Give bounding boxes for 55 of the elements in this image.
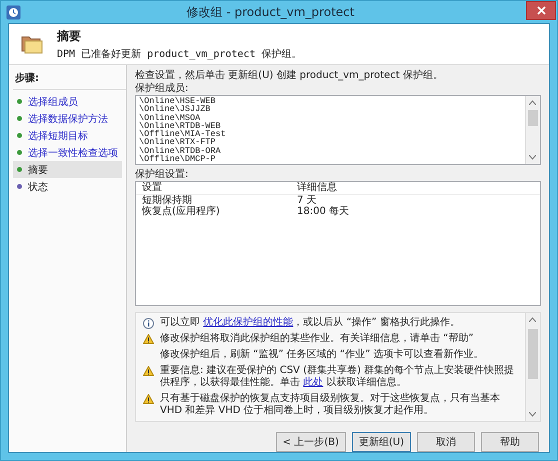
member-item: \Online\RTX-FTP xyxy=(139,138,216,147)
clock-icon xyxy=(6,4,21,20)
member-item: \Online\MSOA xyxy=(139,114,200,122)
scroll-thumb[interactable] xyxy=(528,329,538,379)
window-title: 修改组 - product_vm_protect xyxy=(186,4,356,20)
member-item: \Offline\MIA-Test xyxy=(139,130,227,138)
step-item[interactable]: 状态 xyxy=(13,178,122,195)
page-subtitle: DPM 已准备好更新 product_vm_protect 保护组。 xyxy=(57,48,302,60)
scroll-thumb[interactable] xyxy=(528,110,538,126)
steps-title: 步骤: xyxy=(13,69,126,90)
message-text: 可以立即 优化此保护组的性能，或以后从 “操作” 窗格执行此操作。 xyxy=(160,317,460,329)
warning-icon xyxy=(142,366,154,376)
scroll-down-icon[interactable] xyxy=(529,155,536,160)
message-text: 只有基于磁盘保护的恢复点支持项目级别恢复。对于这些恢复点，只有当基本 VHD 和差异 VHD 位于相同卷上时，项目级别恢复才起作用。 xyxy=(160,393,501,417)
scroll-up-icon[interactable] xyxy=(529,100,536,105)
folder-icon xyxy=(21,34,43,54)
message-text: 重要信息: 建议在受保护的 CSV (群集共享卷) 群集的每个节点上安装硬件快照提供程序，以获得最佳性能。单击 此处 以获取详细信息。 xyxy=(160,365,516,389)
page-title: 摘要 xyxy=(57,28,82,44)
member-item: \Offline\DMCP-P xyxy=(139,155,217,164)
instruction-text: 检查设置，然后单击 更新组(U) 创建 product_vm_protect 保护组。 xyxy=(135,69,444,82)
scroll-up-icon[interactable] xyxy=(529,317,536,322)
member-item: \Online\HSE-WEB xyxy=(139,97,217,106)
close-button[interactable] xyxy=(526,1,556,20)
message-text: 修改保护组将取消此保护组的某些作业。有关详细信息，请单击 “帮助” xyxy=(160,333,474,345)
message-text: 修改保护组后，刷新 “监视” 任务区域的 “作业” 选项卡可以查看新作业。 xyxy=(160,349,484,361)
table-cell-text: 短期保持期 xyxy=(142,195,193,206)
step-item[interactable]: 选择短期目标 xyxy=(13,127,122,144)
dialog-button[interactable]: 取消 xyxy=(417,432,475,452)
members-list[interactable]: \Online\HSE-WEB \Online\JSJJZB \Online\MSOA \Online\RTDB-WEB \Offline\MIA-Test \Online\RTX-FTP \Online\RTDB-ORA \Offline\DMCP-P xyxy=(135,95,541,165)
dialog-button[interactable]: < 上一步(B) xyxy=(276,432,346,452)
member-item: \Online\RTDB-ORA xyxy=(139,146,222,156)
step-item[interactable]: 选择组成员 xyxy=(13,93,122,110)
column-header: 设置 xyxy=(142,182,163,194)
table-cell-text: 7 天 xyxy=(297,195,318,206)
info-icon xyxy=(142,318,154,329)
column-header: 详细信息 xyxy=(297,182,338,194)
step-item[interactable]: 选择一致性检查选项 xyxy=(13,144,122,161)
scroll-down-icon[interactable] xyxy=(529,412,536,417)
warning-icon xyxy=(142,334,154,344)
member-item: \Online\JSJJZB xyxy=(139,105,212,114)
members-label: 保护组成员: xyxy=(135,82,190,95)
member-item: \Online\RTDB-WEB xyxy=(139,122,221,130)
close-icon xyxy=(536,6,546,15)
message-link[interactable]: 此处 xyxy=(303,377,324,388)
dialog-button[interactable]: 帮助 xyxy=(481,432,539,452)
scrollbar[interactable] xyxy=(525,313,540,421)
step-item[interactable]: 选择数据保护方法 xyxy=(13,110,122,127)
message-link[interactable]: 优化此保护组的性能 xyxy=(203,317,294,328)
step-item[interactable]: 摘要 xyxy=(13,161,122,178)
dialog-button[interactable]: 更新组(U) xyxy=(352,432,411,452)
table-cell-text: 18:00 每天 xyxy=(297,206,350,217)
settings-label: 保护组设置: xyxy=(135,168,190,181)
table-cell-text: 恢复点(应用程序) xyxy=(142,206,221,217)
warning-icon xyxy=(142,394,154,404)
scrollbar[interactable] xyxy=(525,96,540,164)
